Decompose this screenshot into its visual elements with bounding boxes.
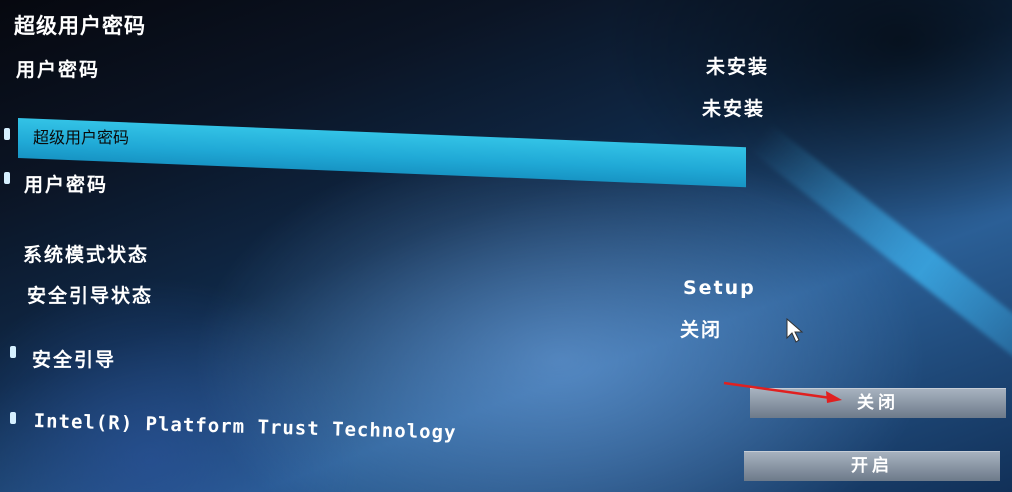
- item-marker-icon: [4, 172, 10, 184]
- user-password-status-label: 用户密码: [16, 59, 101, 81]
- item-marker-icon: [10, 346, 16, 358]
- secure-boot-state-label: 安全引导状态: [27, 285, 154, 307]
- menu-item-platform-trust-technology[interactable]: Intel(R) Platform Trust Technology: [33, 410, 456, 444]
- secure-boot-state-value: 关闭: [680, 319, 723, 341]
- user-password-status-value: 未安装: [702, 98, 766, 120]
- item-marker-icon: [10, 412, 16, 424]
- option-on-button[interactable]: 开启: [744, 451, 1000, 481]
- page-title: 超级用户密码: [14, 14, 146, 38]
- red-arrow-icon: [723, 381, 842, 403]
- background-light-streak: [749, 123, 1012, 409]
- mouse-pointer-icon: [786, 318, 804, 343]
- item-marker-icon: [4, 128, 10, 140]
- system-mode-state-label: 系统模式状态: [23, 244, 150, 266]
- system-mode-state-value: Setup: [683, 277, 756, 299]
- menu-item-user-password[interactable]: 用户密码: [24, 170, 108, 197]
- menu-item-supervisor-password-label: 超级用户密码: [33, 128, 130, 147]
- menu-item-secure-boot[interactable]: 安全引导: [32, 345, 116, 372]
- supervisor-password-status-value: 未安装: [706, 56, 770, 78]
